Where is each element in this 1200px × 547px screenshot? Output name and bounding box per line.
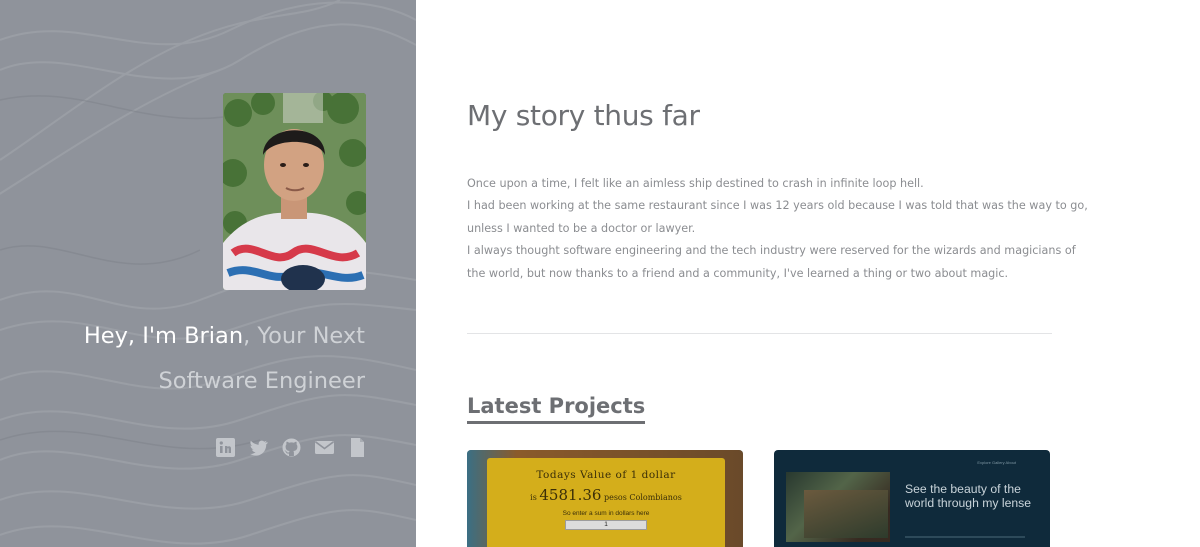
tagline-part1: , Your Next xyxy=(243,323,365,349)
currency-value-prefix: is xyxy=(530,493,537,502)
tagline-part2: Software Engineer xyxy=(158,368,365,394)
story-line-2: I had been working at the same restauran… xyxy=(467,199,1088,213)
latest-projects-heading: Latest Projects xyxy=(467,392,646,424)
linkedin-icon[interactable] xyxy=(216,437,235,457)
github-icon[interactable] xyxy=(282,438,301,457)
section-divider xyxy=(467,333,1052,334)
dollar-amount-input[interactable]: 1 xyxy=(565,520,647,530)
story-title: My story thus far xyxy=(467,99,700,132)
project-card-photography[interactable]: Explore Gallery About See the beauty of … xyxy=(774,450,1050,547)
greeting-text: Hey, I'm Brian xyxy=(83,323,244,349)
story-body: Once upon a time, I felt like an aimless… xyxy=(467,173,1088,285)
intro-headline: Hey, I'm Brian, Your Next Software Engin… xyxy=(45,314,365,404)
story-line-1: Once upon a time, I felt like an aimless… xyxy=(467,177,924,190)
social-links xyxy=(216,436,367,458)
project-card-currency[interactable]: Todays Value of 1 dollar is 4581.36 peso… xyxy=(467,450,743,547)
profile-panel: Hey, I'm Brian, Your Next Software Engin… xyxy=(0,0,416,547)
twitter-icon[interactable] xyxy=(249,438,268,457)
currency-widget: Todays Value of 1 dollar is 4581.36 peso… xyxy=(487,458,725,547)
story-line-4: I always thought software engineering an… xyxy=(467,244,1076,258)
photography-site-nav: Explore Gallery About xyxy=(977,460,1016,465)
story-line-3: unless I wanted to be a doctor or lawyer… xyxy=(467,221,696,235)
story-line-5: the world, but now thanks to a friend an… xyxy=(467,266,1009,280)
photography-subtext-line xyxy=(905,536,1025,538)
profile-photo-illustration xyxy=(223,93,366,290)
currency-value-suffix: pesos Colombianos xyxy=(603,493,682,502)
photography-headline: See the beauty of the world through my l… xyxy=(905,482,1031,510)
resume-document-icon[interactable] xyxy=(348,437,367,457)
profile-photo xyxy=(223,93,366,290)
currency-value: 4581.36 xyxy=(539,486,602,504)
email-icon[interactable] xyxy=(315,438,334,457)
currency-hint: So enter a sum in dollars here xyxy=(562,510,650,517)
currency-value-line: is 4581.36 pesos Colombianos xyxy=(487,486,725,504)
currency-title: Todays Value of 1 dollar xyxy=(536,469,676,481)
photography-thumbnail-inner xyxy=(804,490,888,538)
